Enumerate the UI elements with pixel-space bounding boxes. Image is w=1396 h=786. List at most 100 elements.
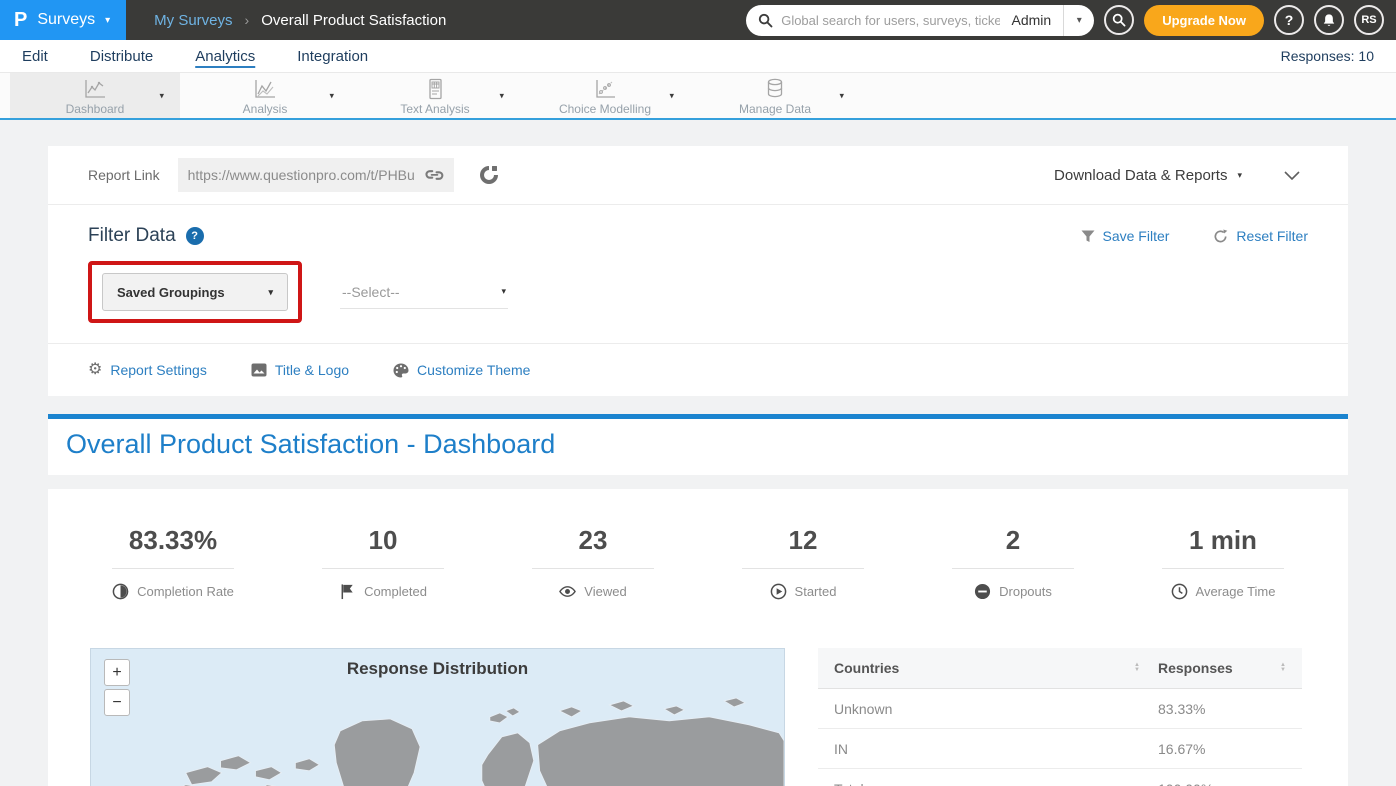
stat-value: 83.33% <box>68 525 278 556</box>
caret-down-icon[interactable]: ▾ <box>329 90 334 101</box>
tab-label: Dashboard <box>10 102 180 116</box>
response-distribution-map: + − Response Distribution <box>90 648 785 786</box>
breadcrumb: My Surveys › Overall Product Satisfactio… <box>154 12 446 29</box>
responses-column-header: Responses <box>1158 660 1233 676</box>
zoom-in-button[interactable]: + <box>104 659 130 686</box>
stat-label: Completion Rate <box>137 584 234 599</box>
image-icon <box>251 363 267 377</box>
dashboard-card: 83.33% Completion Rate 10 Completed 23 <box>48 489 1348 786</box>
sort-icon[interactable]: ▲ ▼ <box>1134 663 1140 673</box>
tab-choice-modelling[interactable]: Choice Modelling ▾ <box>520 73 690 118</box>
report-options-row: ⚙ Report Settings Title & Logo Customize… <box>88 344 1308 396</box>
search-button[interactable] <box>1104 5 1134 35</box>
question-mark-icon: ? <box>191 230 198 242</box>
minus-circle-icon <box>974 583 991 600</box>
customize-theme-button[interactable]: Customize Theme <box>393 362 530 378</box>
stat-started: 12 Started <box>698 525 908 600</box>
funnel-icon <box>1081 230 1095 243</box>
search-input[interactable] <box>781 13 999 28</box>
save-filter-button[interactable]: Save Filter <box>1081 228 1170 244</box>
sort-desc-icon: ▼ <box>1280 668 1286 673</box>
link-icon[interactable] <box>425 169 444 181</box>
tab-label: Manage Data <box>690 102 860 116</box>
filter-selects-row: Saved Groupings ▾ --Select-- ▾ <box>88 261 1308 343</box>
help-button[interactable]: ? <box>1274 5 1304 35</box>
saved-groupings-select[interactable]: Saved Groupings ▾ <box>102 273 288 311</box>
report-link-row: Report Link Download Data & Reports ▾ <box>88 146 1308 204</box>
zoom-out-button[interactable]: − <box>104 689 130 716</box>
breadcrumb-my-surveys[interactable]: My Surveys <box>154 12 232 29</box>
report-toolbar-card: Report Link Download Data & Reports ▾ Fi… <box>48 146 1348 396</box>
download-data-reports-dropdown[interactable]: Download Data & Reports ▾ <box>1054 167 1242 184</box>
product-menu[interactable]: P Surveys ▾ <box>0 0 126 40</box>
map-title: Response Distribution <box>91 659 784 679</box>
notifications-button[interactable] <box>1314 5 1344 35</box>
divider <box>322 568 444 569</box>
divider <box>532 568 654 569</box>
questionpro-logo: P <box>14 9 27 32</box>
caret-down-icon: ▾ <box>1077 15 1082 26</box>
caret-down-icon: ▾ <box>268 287 273 298</box>
search-icon <box>1112 13 1126 27</box>
upgrade-now-button[interactable]: Upgrade Now <box>1144 5 1264 36</box>
report-settings-button[interactable]: ⚙ Report Settings <box>88 362 207 378</box>
world-map[interactable] <box>91 681 784 786</box>
country-responses: 16.67% <box>1158 741 1286 757</box>
tab-text-analysis[interactable]: Text Analysis ▾ <box>350 73 520 118</box>
chevron-right-icon: › <box>245 12 250 28</box>
scatter-chart-icon <box>520 78 690 102</box>
nav-item-distribute[interactable]: Distribute <box>90 48 153 65</box>
search-scope-label: Admin <box>1000 12 1064 28</box>
breadcrumb-current: Overall Product Satisfaction <box>261 12 446 29</box>
download-label: Download Data & Reports <box>1054 167 1227 184</box>
sort-icon[interactable]: ▲ ▼ <box>1280 663 1286 673</box>
select-placeholder: --Select-- <box>342 284 400 300</box>
search-scope-dropdown[interactable]: ▾ <box>1064 15 1094 26</box>
nav-item-analytics[interactable]: Analytics <box>195 48 255 65</box>
collapse-panel-button[interactable] <box>1284 171 1300 180</box>
tab-manage-data[interactable]: Manage Data ▾ <box>690 73 860 118</box>
line-chart-icon <box>10 78 180 102</box>
avatar-initials: RS <box>1361 14 1376 26</box>
page-title: Overall Product Satisfaction - Dashboard <box>66 429 1348 460</box>
caret-down-icon[interactable]: ▾ <box>499 90 504 101</box>
nav-item-edit[interactable]: Edit <box>22 48 48 65</box>
caret-down-icon: ▾ <box>501 286 506 297</box>
table-row: IN 16.67% <box>818 729 1302 769</box>
embed-report-button[interactable] <box>478 164 500 186</box>
tab-dashboard[interactable]: Dashboard ▾ <box>10 73 180 118</box>
tab-analysis[interactable]: Analysis ▾ <box>180 73 350 118</box>
stat-value: 12 <box>698 525 908 556</box>
eye-icon <box>559 583 576 600</box>
grouping-value-select[interactable]: --Select-- ▾ <box>340 276 508 309</box>
report-title-band: Overall Product Satisfaction - Dashboard <box>48 419 1348 475</box>
report-settings-label: Report Settings <box>110 362 207 378</box>
database-icon <box>690 78 860 102</box>
countries-table: Countries ▲ ▼ Responses ▲ ▼ <box>818 648 1302 786</box>
country-name: Total <box>834 781 1158 786</box>
stat-completed: 10 Completed <box>278 525 488 600</box>
caret-down-icon[interactable]: ▾ <box>159 90 164 101</box>
embed-report-icon <box>478 164 500 186</box>
divider <box>952 568 1074 569</box>
text-document-icon <box>350 78 520 102</box>
divider <box>1162 568 1284 569</box>
responses-count: Responses: 10 <box>1281 48 1374 64</box>
tab-label: Analysis <box>180 102 350 116</box>
report-link-input[interactable] <box>188 167 425 183</box>
avatar[interactable]: RS <box>1354 5 1384 35</box>
reset-filter-button[interactable]: Reset Filter <box>1213 228 1308 244</box>
country-name: Unknown <box>834 701 1158 717</box>
filter-help-icon[interactable]: ? <box>186 227 204 245</box>
title-logo-button[interactable]: Title & Logo <box>251 362 349 378</box>
caret-down-icon[interactable]: ▾ <box>839 90 844 101</box>
report-link-label: Report Link <box>88 167 160 183</box>
customize-theme-label: Customize Theme <box>417 362 530 378</box>
country-responses: 100.00% <box>1158 781 1286 786</box>
stat-completion-rate: 83.33% Completion Rate <box>68 525 278 600</box>
half-circle-icon <box>112 583 129 600</box>
caret-down-icon[interactable]: ▾ <box>669 90 674 101</box>
stat-value: 1 min <box>1118 525 1328 556</box>
play-circle-icon <box>770 583 787 600</box>
nav-item-integration[interactable]: Integration <box>297 48 368 65</box>
